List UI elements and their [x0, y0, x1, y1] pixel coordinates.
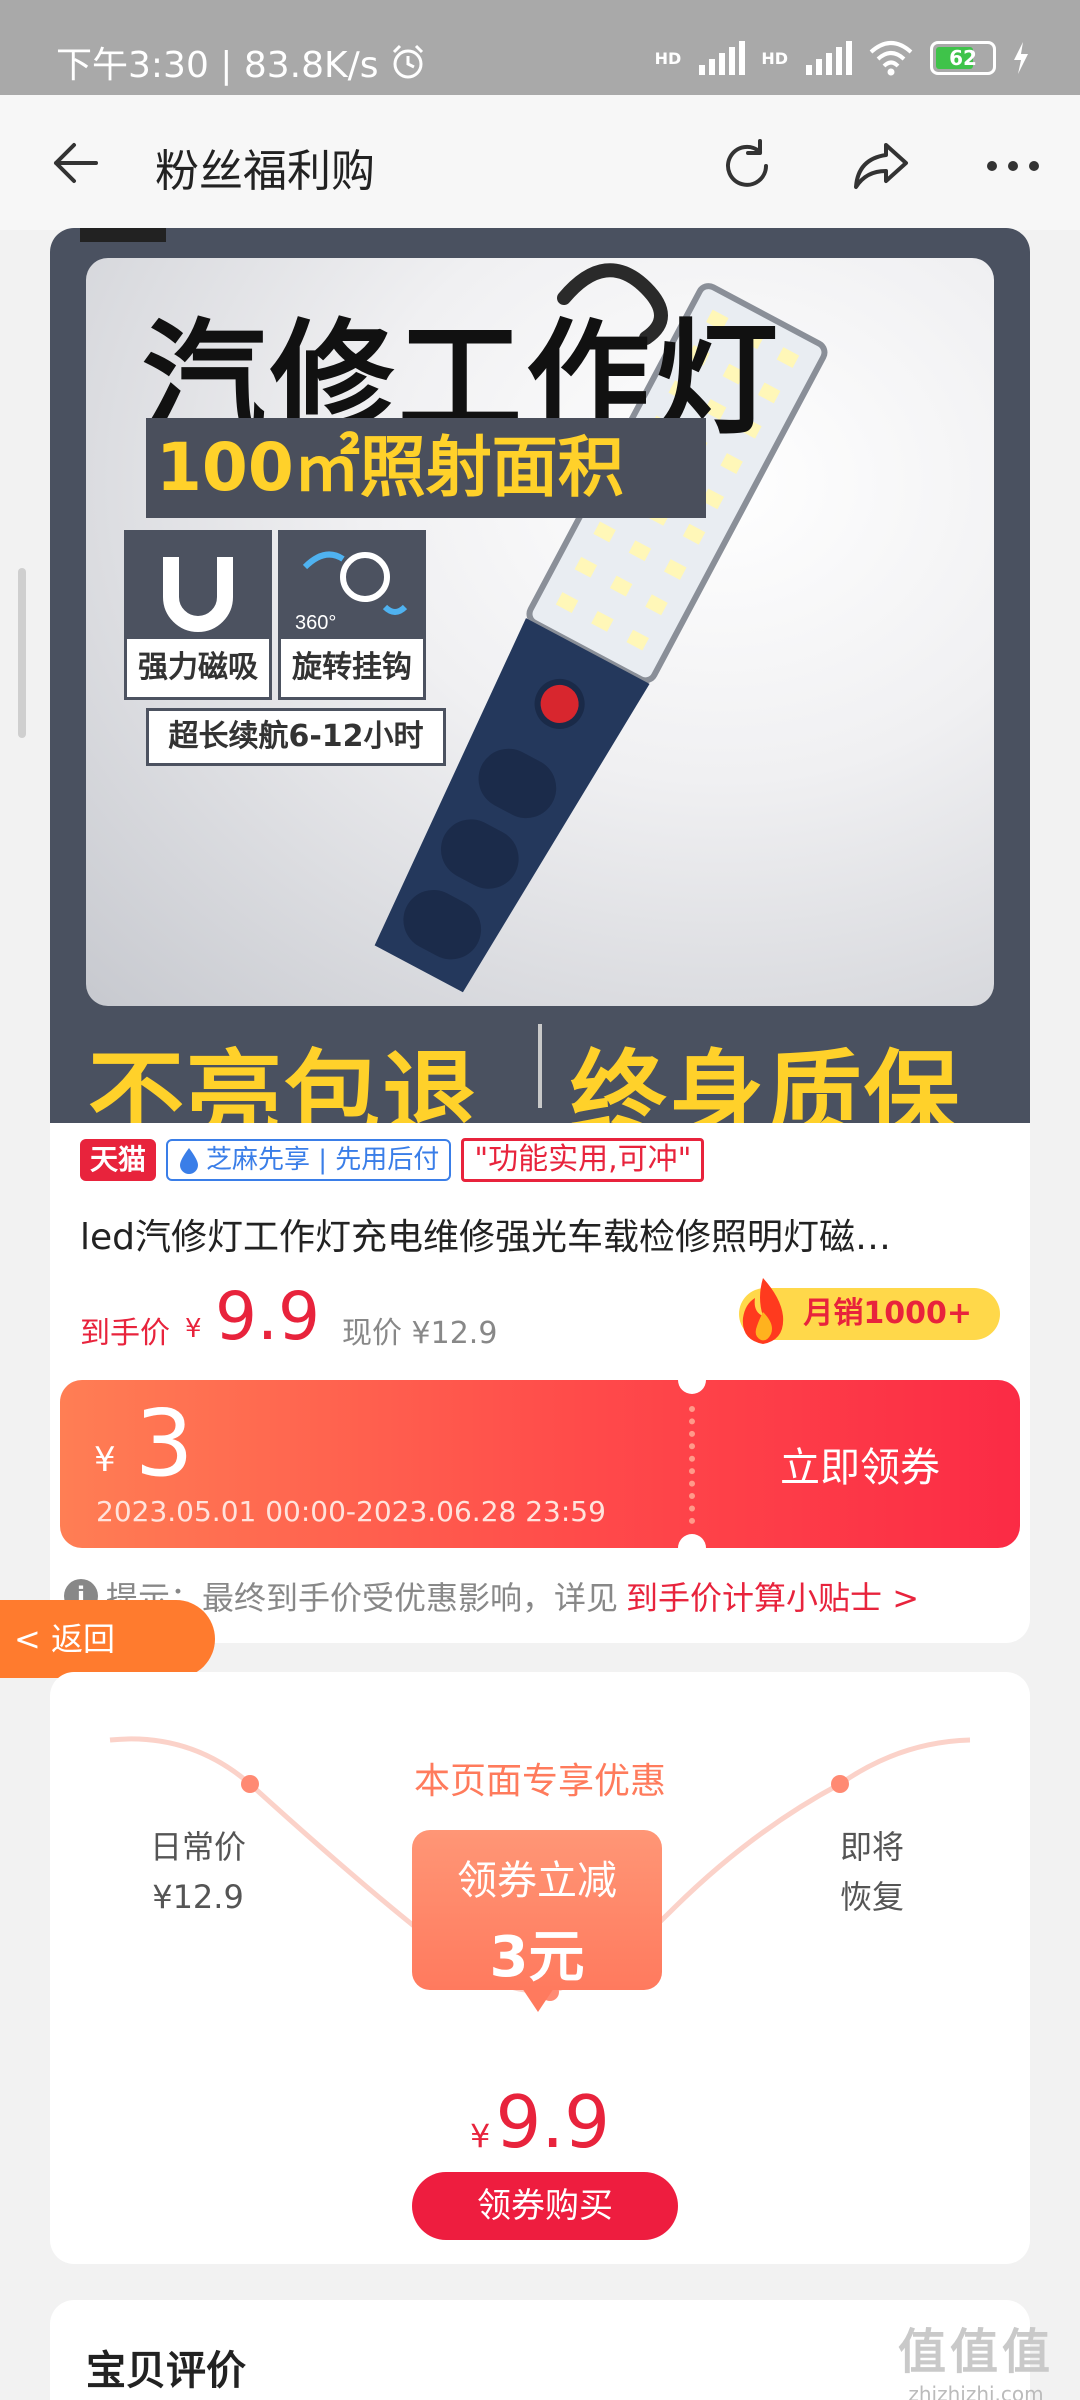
battery-icon: 62 — [930, 41, 996, 75]
magnet-icon — [163, 557, 233, 632]
current-price: 现价 ¥12.9 — [342, 1316, 498, 1351]
watermark-site: zhizhizhi.com — [908, 2382, 1044, 2400]
product-banner-image[interactable]: 汽修工作灯 100㎡照射面积 强力磁吸 360° 旋转挂钩 超长续航6-12小时 — [50, 228, 1030, 1123]
daily-price-label: 日常价 — [150, 1828, 247, 1866]
guarantee-divider — [538, 1024, 542, 1108]
discount-bubble-line-1: 领券立减 — [457, 1858, 617, 1904]
feature-hook: 360° 旋转挂钩 — [278, 530, 426, 700]
signal-icon-2 — [806, 41, 852, 75]
promotion-title: 本页面专享优惠 — [413, 1761, 666, 1802]
guarantee-return: 不亮包退 — [88, 1040, 480, 1123]
hd-label-1: HD — [654, 48, 682, 68]
banner-tab-marker — [80, 228, 166, 242]
rotate-label: 360° — [295, 612, 336, 634]
status-bar: 下午3:30 | 83.8K/s HD HD 62 — [0, 0, 1080, 95]
feature-hook-label: 旋转挂钩 — [281, 639, 423, 697]
status-time-speed: 下午3:30 | 83.8K/s — [56, 45, 379, 86]
restore-line-2: 恢复 — [840, 1878, 905, 1916]
watermark: 值值值 zhizhizhi.com — [898, 2312, 1054, 2400]
feature-magnet-label: 强力磁吸 — [127, 639, 269, 697]
monthly-sales-text: 月销1000+ — [803, 1296, 972, 1331]
zhima-badge: 芝麻先享 | 先用后付 — [166, 1139, 452, 1181]
rotating-hook-icon: 360° — [295, 551, 408, 634]
charging-icon — [1014, 42, 1028, 74]
status-left: 下午3:30 | 83.8K/s — [56, 36, 427, 88]
zhima-badge-text: 芝麻先享 | 先用后付 — [206, 1145, 440, 1175]
coupon-banner[interactable]: ¥ 3 2023.05.01 00:00-2023.06.28 23:59 立即… — [60, 1380, 1020, 1548]
signal-icon-1 — [699, 41, 746, 75]
coupon-buy-button[interactable]: 领券购买 — [412, 2172, 678, 2240]
banner-subtitle: 100㎡照射面积 — [146, 418, 706, 518]
monthly-sales-badge: 月销1000+ — [739, 1278, 1000, 1344]
tmall-badge: 天猫 — [80, 1139, 157, 1181]
fire-icon — [743, 1278, 784, 1344]
scrollbar-thumb[interactable] — [18, 568, 26, 738]
watermark-logo: 值值值 — [897, 2324, 1054, 2380]
battery-level: 62 — [949, 46, 977, 70]
guarantee-lifetime: 终身质保 — [570, 1040, 962, 1123]
coupon-currency: ¥ — [94, 1440, 116, 1480]
water-drop-icon — [180, 1148, 199, 1174]
guarantee-strip: 不亮包退 终身质保 — [50, 1008, 1030, 1123]
promo-final-currency: ¥ — [470, 2117, 491, 2155]
get-coupon-button[interactable]: 立即领券 — [780, 1435, 940, 1493]
page-title: 粉丝福利购 — [155, 146, 375, 197]
product-card: 汽修工作灯 100㎡照射面积 强力磁吸 360° 旋转挂钩 超长续航6-12小时 — [50, 228, 1030, 1643]
alarm-icon — [392, 44, 423, 79]
product-title: led汽修灯工作灯充电维修强光车载检修照明灯磁… — [80, 1217, 892, 1258]
final-price-currency: ¥ — [185, 1314, 202, 1344]
daily-price-block: 日常价 ¥12.9 — [150, 1822, 246, 1922]
review-section: 宝贝评价 — [50, 2300, 1030, 2400]
bubble-pointer — [522, 1988, 554, 2012]
feature-magnet: 强力磁吸 — [124, 530, 272, 700]
restore-block: 即将 恢复 — [840, 1822, 904, 1922]
final-price-label: 到手价 — [80, 1316, 170, 1351]
promotion-card: 本页面专享优惠 日常价 ¥12.9 即将 恢复 领券立减 3元 ¥ 9.9 领券… — [50, 1672, 1030, 2264]
restore-line-1: 即将 — [840, 1828, 905, 1866]
discount-bubble: 领券立减 3元 — [412, 1830, 662, 2012]
product-tags: 天猫 芝麻先享 | 先用后付 "功能实用,可冲" — [80, 1138, 705, 1182]
review-title: 宝贝评价 — [86, 2348, 246, 2394]
refresh-icon[interactable] — [716, 135, 778, 197]
app-header: 粉丝福利购 — [0, 95, 1080, 230]
price-tip-link[interactable]: 到手价计算小贴士 > — [626, 1573, 919, 1619]
share-icon[interactable] — [850, 135, 912, 197]
battery-life-label: 超长续航6-12小时 — [146, 708, 446, 766]
coupon-notch-bottom — [678, 1534, 706, 1548]
slogan-badge: "功能实用,可冲" — [461, 1138, 705, 1182]
more-icon[interactable] — [982, 135, 1044, 197]
promo-final-value: 9.9 — [495, 2080, 610, 2164]
final-price-value: 9.9 — [215, 1278, 320, 1355]
hd-label-2: HD — [761, 48, 788, 68]
floating-back-button[interactable]: < 返回 — [0, 1600, 215, 1678]
promo-final-price: ¥ 9.9 — [50, 2080, 1030, 2164]
price-row: 到手价 ¥ 9.9 现价 ¥12.9 月销1000+ — [80, 1278, 1000, 1358]
banner-photo: 汽修工作灯 100㎡照射面积 强力磁吸 360° 旋转挂钩 超长续航6-12小时 — [86, 258, 994, 1006]
daily-price-value: ¥12.9 — [152, 1878, 244, 1916]
wifi-icon — [869, 41, 913, 76]
back-arrow-icon[interactable] — [48, 135, 104, 191]
coupon-amount: 3 — [135, 1390, 194, 1497]
coupon-notch-top — [678, 1380, 706, 1394]
coupon-validity: 2023.05.01 00:00-2023.06.28 23:59 — [96, 1495, 606, 1528]
coupon-perforation — [689, 1406, 695, 1524]
discount-bubble-line-2: 3元 — [489, 1925, 585, 1990]
status-right: HD HD 62 — [655, 40, 1030, 76]
